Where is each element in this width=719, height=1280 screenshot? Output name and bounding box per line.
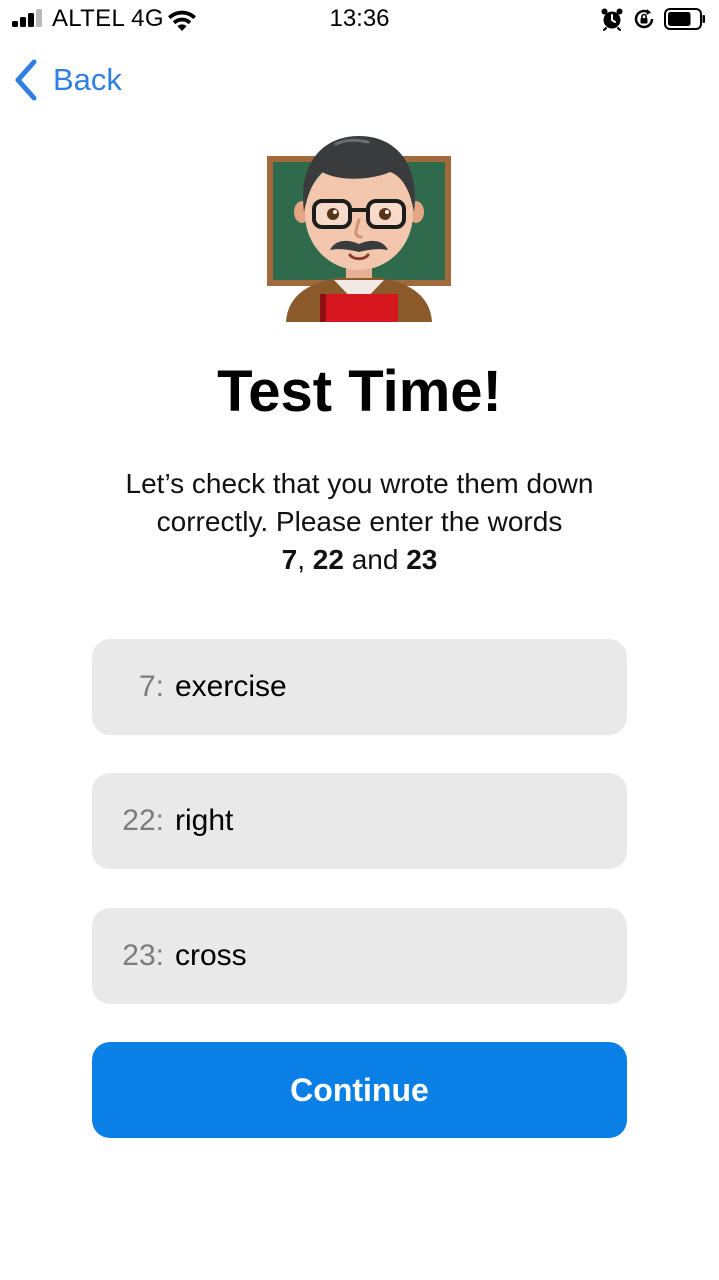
chevron-left-icon (15, 59, 37, 101)
word-field-22[interactable]: 22: (92, 773, 627, 869)
instructions-separator: , (297, 544, 313, 575)
word-field-number-label: 23: (122, 939, 164, 972)
instructions-line-1: Let’s check that you wrote them down (125, 468, 594, 499)
instructions-text: Let’s check that you wrote them down cor… (60, 465, 659, 579)
word-number-b: 22 (312, 544, 344, 575)
word-input-7[interactable] (175, 663, 605, 711)
back-button[interactable]: Back (12, 57, 122, 103)
word-field-number-label: 22: (122, 804, 164, 837)
back-label: Back (53, 62, 122, 97)
status-bar: ALTEL 4G 13:36 (0, 0, 719, 40)
word-field-number-label: 7: (138, 670, 164, 703)
instructions-conjunction: and (343, 544, 407, 575)
word-input-22[interactable] (175, 797, 605, 845)
instructions-line-2: correctly. Please enter the words (156, 506, 563, 537)
continue-button[interactable]: Continue (92, 1042, 627, 1138)
alarm-icon (601, 8, 623, 31)
word-number-c: 23 (406, 544, 438, 575)
word-number-a: 7 (281, 544, 298, 575)
word-input-23[interactable] (175, 932, 605, 980)
word-field-23[interactable]: 23: (92, 908, 627, 1004)
page-title: Test Time! (217, 359, 502, 424)
word-field-7[interactable]: 7: (92, 639, 627, 735)
teacher-emoji-icon (267, 136, 451, 322)
battery-icon (664, 8, 705, 30)
rotation-lock-icon (634, 9, 654, 29)
